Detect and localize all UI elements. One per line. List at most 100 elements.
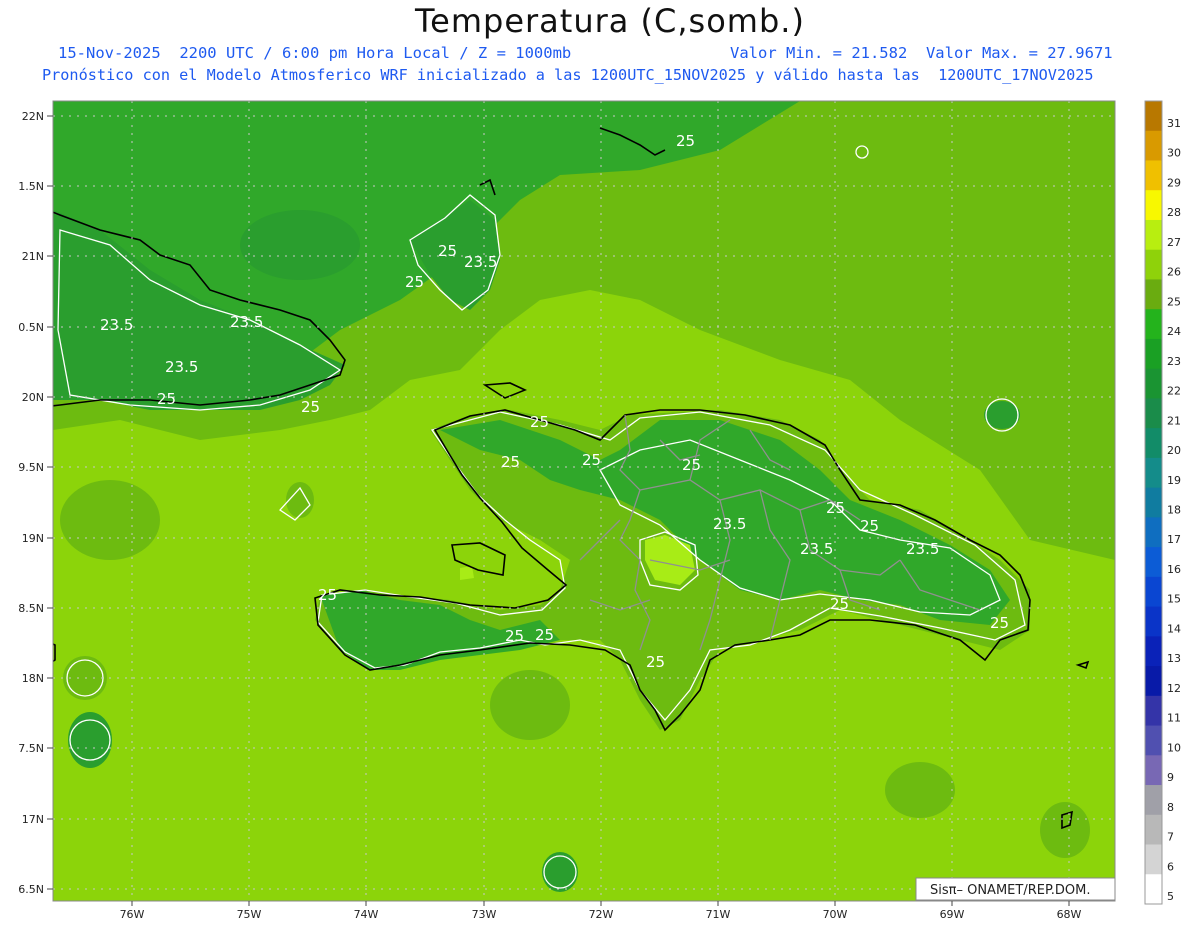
legend-label: 31 <box>1167 117 1181 130</box>
legend-label: 6 <box>1167 860 1174 873</box>
latitude-axis: 22N 1.5N 21N 0.5N 20N 9.5N 19N 8.5N 18N … <box>18 110 53 896</box>
legend-swatch <box>1145 338 1162 370</box>
contour-label: 23.5 <box>464 253 497 271</box>
lon-tick-label: 69W <box>940 908 965 921</box>
contour-label: 25 <box>860 517 879 535</box>
legend-swatch <box>1145 368 1162 399</box>
lat-tick-label: 1.5N <box>18 180 44 193</box>
legend-label: 19 <box>1167 474 1181 487</box>
map-field: 25 23.5 25 23.5 25 23.5 23.5 23.5 25 25 … <box>53 101 1115 901</box>
legend-swatch <box>1145 785 1162 816</box>
legend-swatch <box>1145 695 1162 727</box>
lon-tick-label: 74W <box>354 908 379 921</box>
contour-label: 23.5 <box>800 540 833 558</box>
color-legend: 31 30 29 28 27 26 25 24 23 22 21 20 19 18 17 16 15 14 13 12… <box>1144 100 1181 905</box>
contour-label: 25 <box>830 595 849 613</box>
contour-label: 25 <box>405 273 424 291</box>
contour-label: 25 <box>826 499 845 517</box>
legend-swatch <box>1145 487 1162 518</box>
legend-swatch <box>1145 636 1162 667</box>
legend-swatch <box>1145 666 1162 697</box>
contour-label: 25 <box>682 456 701 474</box>
legend-swatch <box>1145 814 1162 846</box>
contour-label: 25 <box>157 390 176 408</box>
legend-swatch <box>1145 576 1162 608</box>
legend-swatch <box>1145 457 1162 489</box>
legend-swatch <box>1145 219 1162 251</box>
contour-label: 23.5 <box>165 358 198 376</box>
legend-label: 25 <box>1167 295 1181 308</box>
legend-label: 16 <box>1167 563 1181 576</box>
legend-label: 17 <box>1167 533 1181 546</box>
legend-label: 20 <box>1167 444 1181 457</box>
contour-label: 25 <box>438 242 457 260</box>
legend-label: 29 <box>1167 176 1181 189</box>
lat-tick-label: 19N <box>22 532 44 545</box>
contour-label: 25 <box>990 614 1009 632</box>
legend-swatch <box>1145 874 1162 905</box>
contour-label: 25 <box>582 451 601 469</box>
lon-tick-label: 72W <box>589 908 614 921</box>
lat-tick-label: 22N <box>22 110 44 123</box>
legend-label: 30 <box>1167 147 1181 160</box>
legend-label: 23 <box>1167 355 1181 368</box>
lon-tick-label: 73W <box>472 908 497 921</box>
legend-label: 27 <box>1167 236 1181 249</box>
legend-label: 10 <box>1167 741 1181 754</box>
legend-label: 12 <box>1167 682 1181 695</box>
legend-label: 9 <box>1167 771 1174 784</box>
legend-swatch <box>1145 398 1162 429</box>
legend-swatch <box>1145 130 1162 161</box>
legend-label: 24 <box>1167 325 1181 338</box>
legend-label: 5 <box>1167 890 1174 903</box>
contour-label: 25 <box>676 132 695 150</box>
lat-tick-label: 9.5N <box>18 461 44 474</box>
legend-label: 14 <box>1167 622 1181 635</box>
contour-label: 25 <box>530 413 549 431</box>
longitude-axis: 76W 75W 74W 73W 72W 71W 70W 69W 68W <box>120 901 1082 921</box>
contour-label: 23.5 <box>100 316 133 334</box>
contour-label: 23.5 <box>230 313 263 331</box>
contour-label: 23.5 <box>906 540 939 558</box>
legend-label: 7 <box>1167 831 1174 844</box>
lat-tick-label: 17N <box>22 813 44 826</box>
lon-tick-label: 75W <box>237 908 262 921</box>
legend-label: 22 <box>1167 385 1181 398</box>
contour-label: 25 <box>301 398 320 416</box>
lat-tick-label: 8.5N <box>18 602 44 615</box>
contour-label: 25 <box>318 586 337 604</box>
legend-label: 15 <box>1167 593 1181 606</box>
legend-swatch <box>1145 755 1162 786</box>
legend-label: 18 <box>1167 504 1181 517</box>
lat-tick-label: 6.5N <box>18 883 44 896</box>
legend-swatch <box>1145 279 1162 310</box>
credit-text: Sisπ– ONAMET/REP.DOM. <box>930 883 1090 898</box>
legend-swatch <box>1145 190 1162 221</box>
contour-label: 25 <box>505 627 524 645</box>
lat-tick-label: 20N <box>22 391 44 404</box>
legend-swatch <box>1145 249 1162 280</box>
lon-tick-label: 70W <box>823 908 848 921</box>
legend-swatch <box>1145 844 1162 875</box>
legend-label: 8 <box>1167 801 1174 814</box>
lat-tick-label: 18N <box>22 672 44 685</box>
contour-label: 25 <box>535 626 554 644</box>
legend-swatch <box>1145 101 1162 132</box>
legend-swatch <box>1145 309 1162 340</box>
legend-label: 13 <box>1167 652 1181 665</box>
temperature-map: 25 23.5 25 23.5 25 23.5 23.5 23.5 25 25 … <box>18 100 1181 921</box>
legend-label: 11 <box>1167 712 1181 725</box>
lat-tick-label: 0.5N <box>18 321 44 334</box>
legend-swatch <box>1145 160 1162 191</box>
legend-swatch <box>1145 428 1162 459</box>
lon-tick-label: 71W <box>706 908 731 921</box>
legend-swatch <box>1145 725 1162 756</box>
legend-swatch <box>1145 606 1162 637</box>
lon-tick-label: 68W <box>1057 908 1082 921</box>
legend-swatch <box>1145 517 1162 548</box>
legend-swatch <box>1145 547 1162 578</box>
contour-label: 23.5 <box>713 515 746 533</box>
legend-label: 26 <box>1167 266 1181 279</box>
legend-label: 21 <box>1167 414 1181 427</box>
legend-label: 28 <box>1167 206 1181 219</box>
